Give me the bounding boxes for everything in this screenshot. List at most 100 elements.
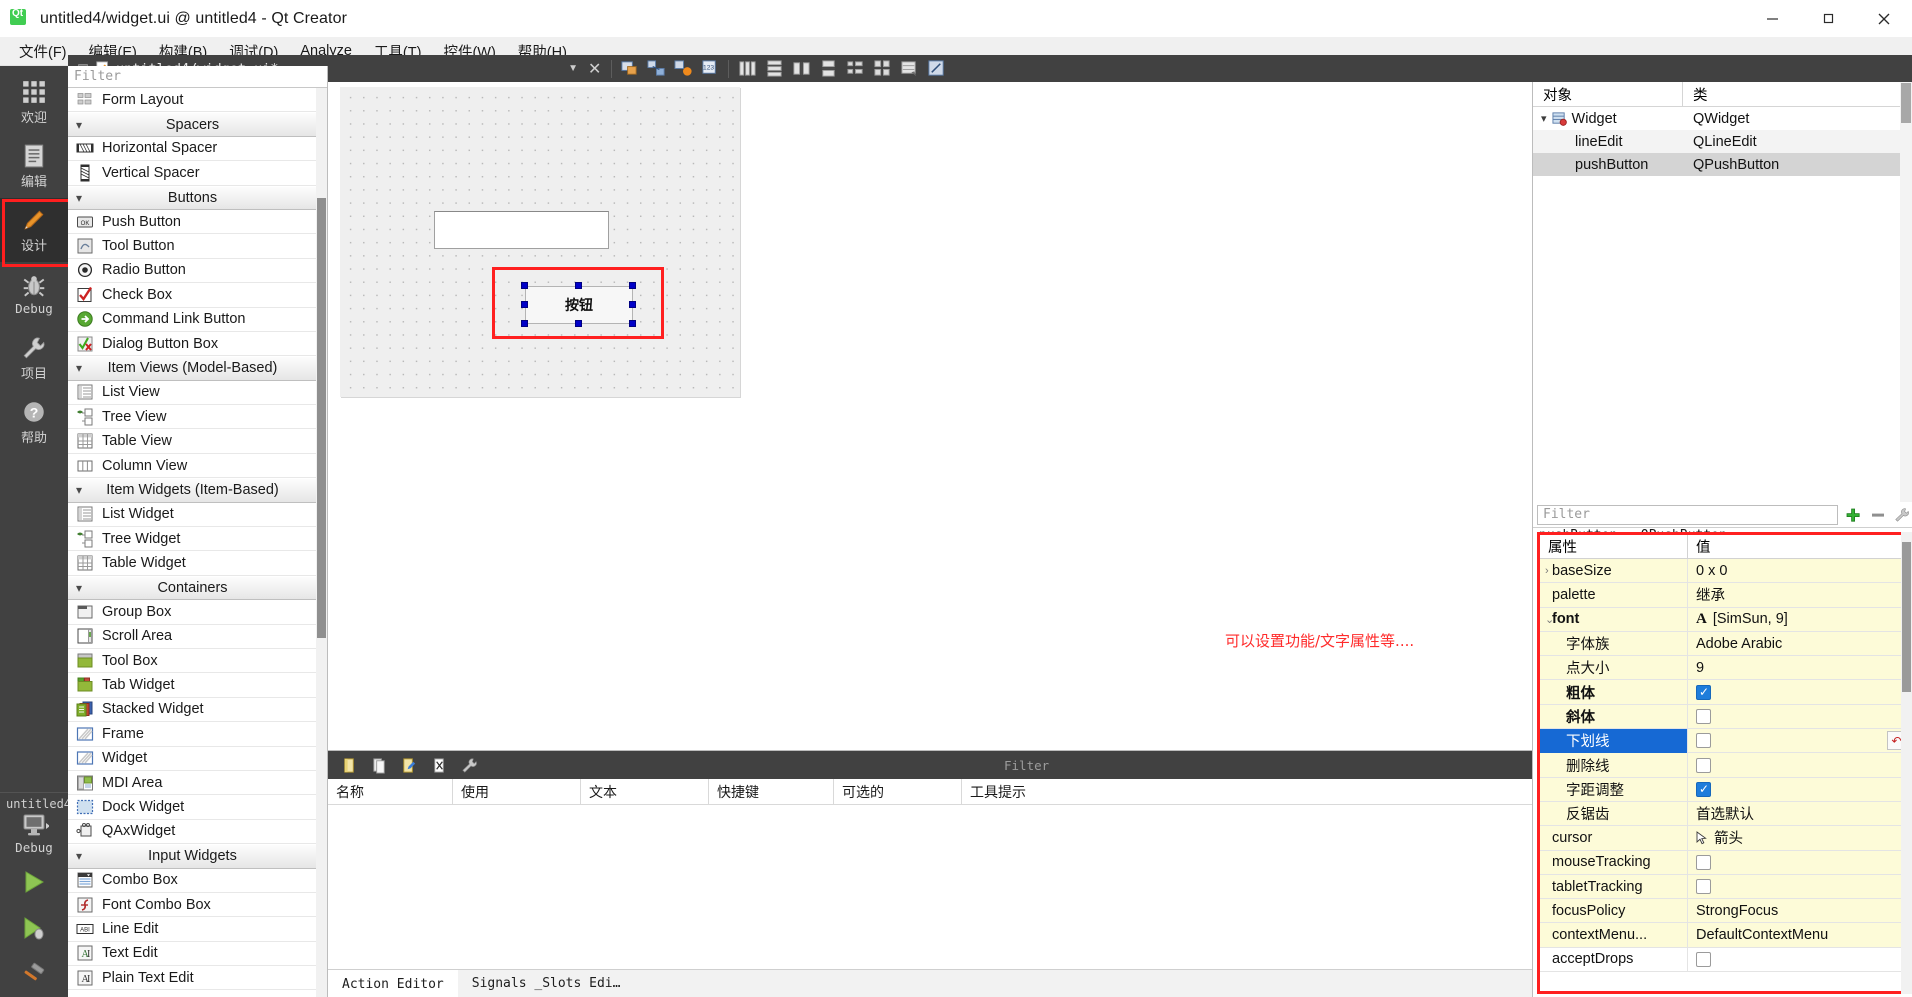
chevron-down-icon[interactable]: ▾ xyxy=(76,361,82,375)
action-col-text[interactable]: 文本 xyxy=(581,778,709,805)
property-key-cell[interactable]: focusPolicy xyxy=(1540,898,1688,923)
widget-box-item-tree-widget[interactable]: Tree Widget xyxy=(68,527,327,552)
object-inspector-row-widget[interactable]: ▾ Widget QWidget xyxy=(1533,107,1912,130)
mode-edit[interactable]: 编辑 xyxy=(0,134,68,198)
property-value-cell[interactable]: Adobe Arabic xyxy=(1688,636,1908,652)
widget-box-group-item-views-model-based[interactable]: ▾ Item Views (Model-Based) xyxy=(68,356,327,381)
build-button[interactable] xyxy=(0,951,68,997)
break-layout-icon[interactable] xyxy=(896,57,922,81)
property-key-cell[interactable]: mouseTracking xyxy=(1540,850,1688,875)
widget-box-item-text-edit[interactable]: A I Text Edit xyxy=(68,942,327,967)
property-key-cell[interactable]: acceptDrops xyxy=(1540,947,1688,972)
widget-box-group-input-widgets[interactable]: ▾ Input Widgets xyxy=(68,844,327,869)
property-value-cell[interactable] xyxy=(1688,781,1908,797)
widget-box-group-buttons[interactable]: ▾ Buttons xyxy=(68,185,327,210)
widget-box-item-vertical-spacer[interactable]: Vertical Spacer xyxy=(68,161,327,186)
property-checkbox[interactable] xyxy=(1696,951,1711,967)
widget-box-scroll-thumb[interactable] xyxy=(317,198,326,638)
widget-box-item-widget[interactable]: Widget xyxy=(68,747,327,771)
property-key-cell[interactable]: 删除线 xyxy=(1540,752,1688,778)
property-editor-scrollbar[interactable] xyxy=(1901,532,1912,994)
property-row-property[interactable]: 点大小 9 xyxy=(1540,655,1908,681)
property-row-font[interactable]: ⌄ font A [SimSun, 9] xyxy=(1540,607,1908,632)
chevron-down-icon[interactable]: ▾ xyxy=(76,849,82,863)
chevron-down-icon[interactable]: ▼ xyxy=(568,63,578,74)
edit-tab-order-icon[interactable]: 123 xyxy=(697,57,723,81)
widget-box-item-column-view[interactable]: Column View xyxy=(68,454,327,479)
action-col-used[interactable]: 使用 xyxy=(453,778,581,805)
oi-col-class[interactable]: 类 xyxy=(1683,84,1708,105)
resize-handle-top-center[interactable] xyxy=(575,282,582,289)
property-value-cell[interactable] xyxy=(1688,951,1908,967)
widget-box-item-dialog-button-box[interactable]: Dialog Button Box xyxy=(68,332,327,357)
widget-box-scrollbar[interactable] xyxy=(316,88,327,997)
property-checkbox[interactable] xyxy=(1696,684,1711,700)
property-row-property[interactable]: 斜体 xyxy=(1540,704,1908,730)
widget-box-item-line-edit[interactable]: ABI Line Edit xyxy=(68,917,327,942)
layout-grid-icon[interactable] xyxy=(869,57,895,81)
chevron-down-icon[interactable]: ▾ xyxy=(76,483,82,497)
property-value-cell[interactable]: DefaultContextMenu xyxy=(1688,927,1908,943)
chevron-right-icon[interactable]: › xyxy=(1545,565,1549,577)
delete-action-icon[interactable] xyxy=(426,753,452,777)
property-value-cell[interactable] xyxy=(1688,708,1908,724)
resize-handle-top-right[interactable] xyxy=(629,282,636,289)
property-row-mousetracking[interactable]: mouseTracking xyxy=(1540,850,1908,875)
property-row-property[interactable]: 删除线 xyxy=(1540,752,1908,778)
property-checkbox[interactable] xyxy=(1696,757,1711,773)
form-design-canvas[interactable]: 按钮 可以设置功能/文字属性等.... xyxy=(328,82,1532,732)
widget-box-item-push-button[interactable]: OK Push Button xyxy=(68,210,327,235)
action-col-name[interactable]: 名称 xyxy=(328,778,453,805)
property-key-cell[interactable]: contextMenu... xyxy=(1540,922,1688,948)
widget-box-item-mdi-area[interactable]: MDI Area xyxy=(68,771,327,796)
property-value-cell[interactable]: 0 x 0 xyxy=(1688,563,1908,579)
property-col-value[interactable]: 值 xyxy=(1688,536,1711,557)
minus-icon[interactable] xyxy=(1868,507,1888,523)
resize-handle-bottom-center[interactable] xyxy=(575,320,582,327)
widget-box-item-table-widget[interactable]: Table Widget xyxy=(68,551,327,576)
mode-welcome[interactable]: 欢迎 xyxy=(0,70,68,134)
property-value-cell[interactable]: 9 xyxy=(1688,660,1908,676)
mode-design[interactable]: 设计 xyxy=(0,198,71,267)
resize-handle-middle-right[interactable] xyxy=(629,301,636,308)
property-row-property[interactable]: 字体族 Adobe Arabic xyxy=(1540,631,1908,657)
property-filter-input[interactable]: Filter xyxy=(1537,504,1838,525)
object-inspector-row-lineedit[interactable]: lineEdit QLineEdit xyxy=(1533,130,1912,153)
edit-buddies-icon[interactable] xyxy=(670,57,696,81)
edit-widgets-icon[interactable] xyxy=(616,57,642,81)
widget-box-item-font-combo-box[interactable]: Font Combo Box xyxy=(68,893,327,918)
resize-handle-middle-left[interactable] xyxy=(521,301,528,308)
widget-box-group-item-widgets-item-based[interactable]: ▾ Item Widgets (Item-Based) xyxy=(68,478,327,503)
widget-box-item-tool-button[interactable]: Tool Button xyxy=(68,234,327,259)
property-value-cell[interactable]: 箭头 xyxy=(1688,827,1908,848)
property-value-cell[interactable] xyxy=(1688,684,1908,700)
property-checkbox[interactable] xyxy=(1696,733,1711,749)
object-inspector-scrollbar[interactable] xyxy=(1900,82,1912,502)
property-key-cell[interactable]: palette xyxy=(1540,582,1688,608)
property-key-cell[interactable]: 粗体 xyxy=(1540,679,1688,705)
widget-box-item-qaxwidget[interactable]: QAxWidget xyxy=(68,820,327,845)
widget-box-item-command-link-button[interactable]: Command Link Button xyxy=(68,308,327,332)
property-value-cell[interactable]: 首选默认 xyxy=(1688,803,1908,824)
widget-box-group-containers[interactable]: ▾ Containers xyxy=(68,575,327,601)
property-key-cell[interactable]: 斜体 xyxy=(1540,704,1688,729)
resize-handle-bottom-right[interactable] xyxy=(629,320,636,327)
mode-projects[interactable]: 项目 xyxy=(0,326,68,390)
property-key-cell[interactable]: › baseSize xyxy=(1540,558,1688,583)
property-key-cell[interactable]: 点大小 xyxy=(1540,655,1688,680)
plus-icon[interactable] xyxy=(1842,507,1864,523)
form-push-button[interactable]: 按钮 xyxy=(525,286,633,324)
property-checkbox[interactable] xyxy=(1696,854,1711,870)
action-editor-filter-input[interactable]: Filter xyxy=(998,754,1528,776)
widget-box-item-table-view[interactable]: Table View xyxy=(68,429,327,454)
property-row-palette[interactable]: palette 继承 xyxy=(1540,582,1908,608)
property-row-contextmenu[interactable]: contextMenu... DefaultContextMenu xyxy=(1540,922,1908,948)
action-editor-body[interactable] xyxy=(328,805,1532,965)
mode-help[interactable]: ? 帮助 xyxy=(0,390,68,454)
property-row-cursor[interactable]: cursor 箭头 xyxy=(1540,825,1908,851)
property-col-name[interactable]: 属性 xyxy=(1540,534,1688,559)
run-button[interactable] xyxy=(0,859,68,905)
widget-box-item-radio-button[interactable]: Radio Button xyxy=(68,259,327,284)
property-row-acceptdrops[interactable]: acceptDrops xyxy=(1540,947,1908,973)
edit-signals-slots-icon[interactable] xyxy=(643,57,669,81)
